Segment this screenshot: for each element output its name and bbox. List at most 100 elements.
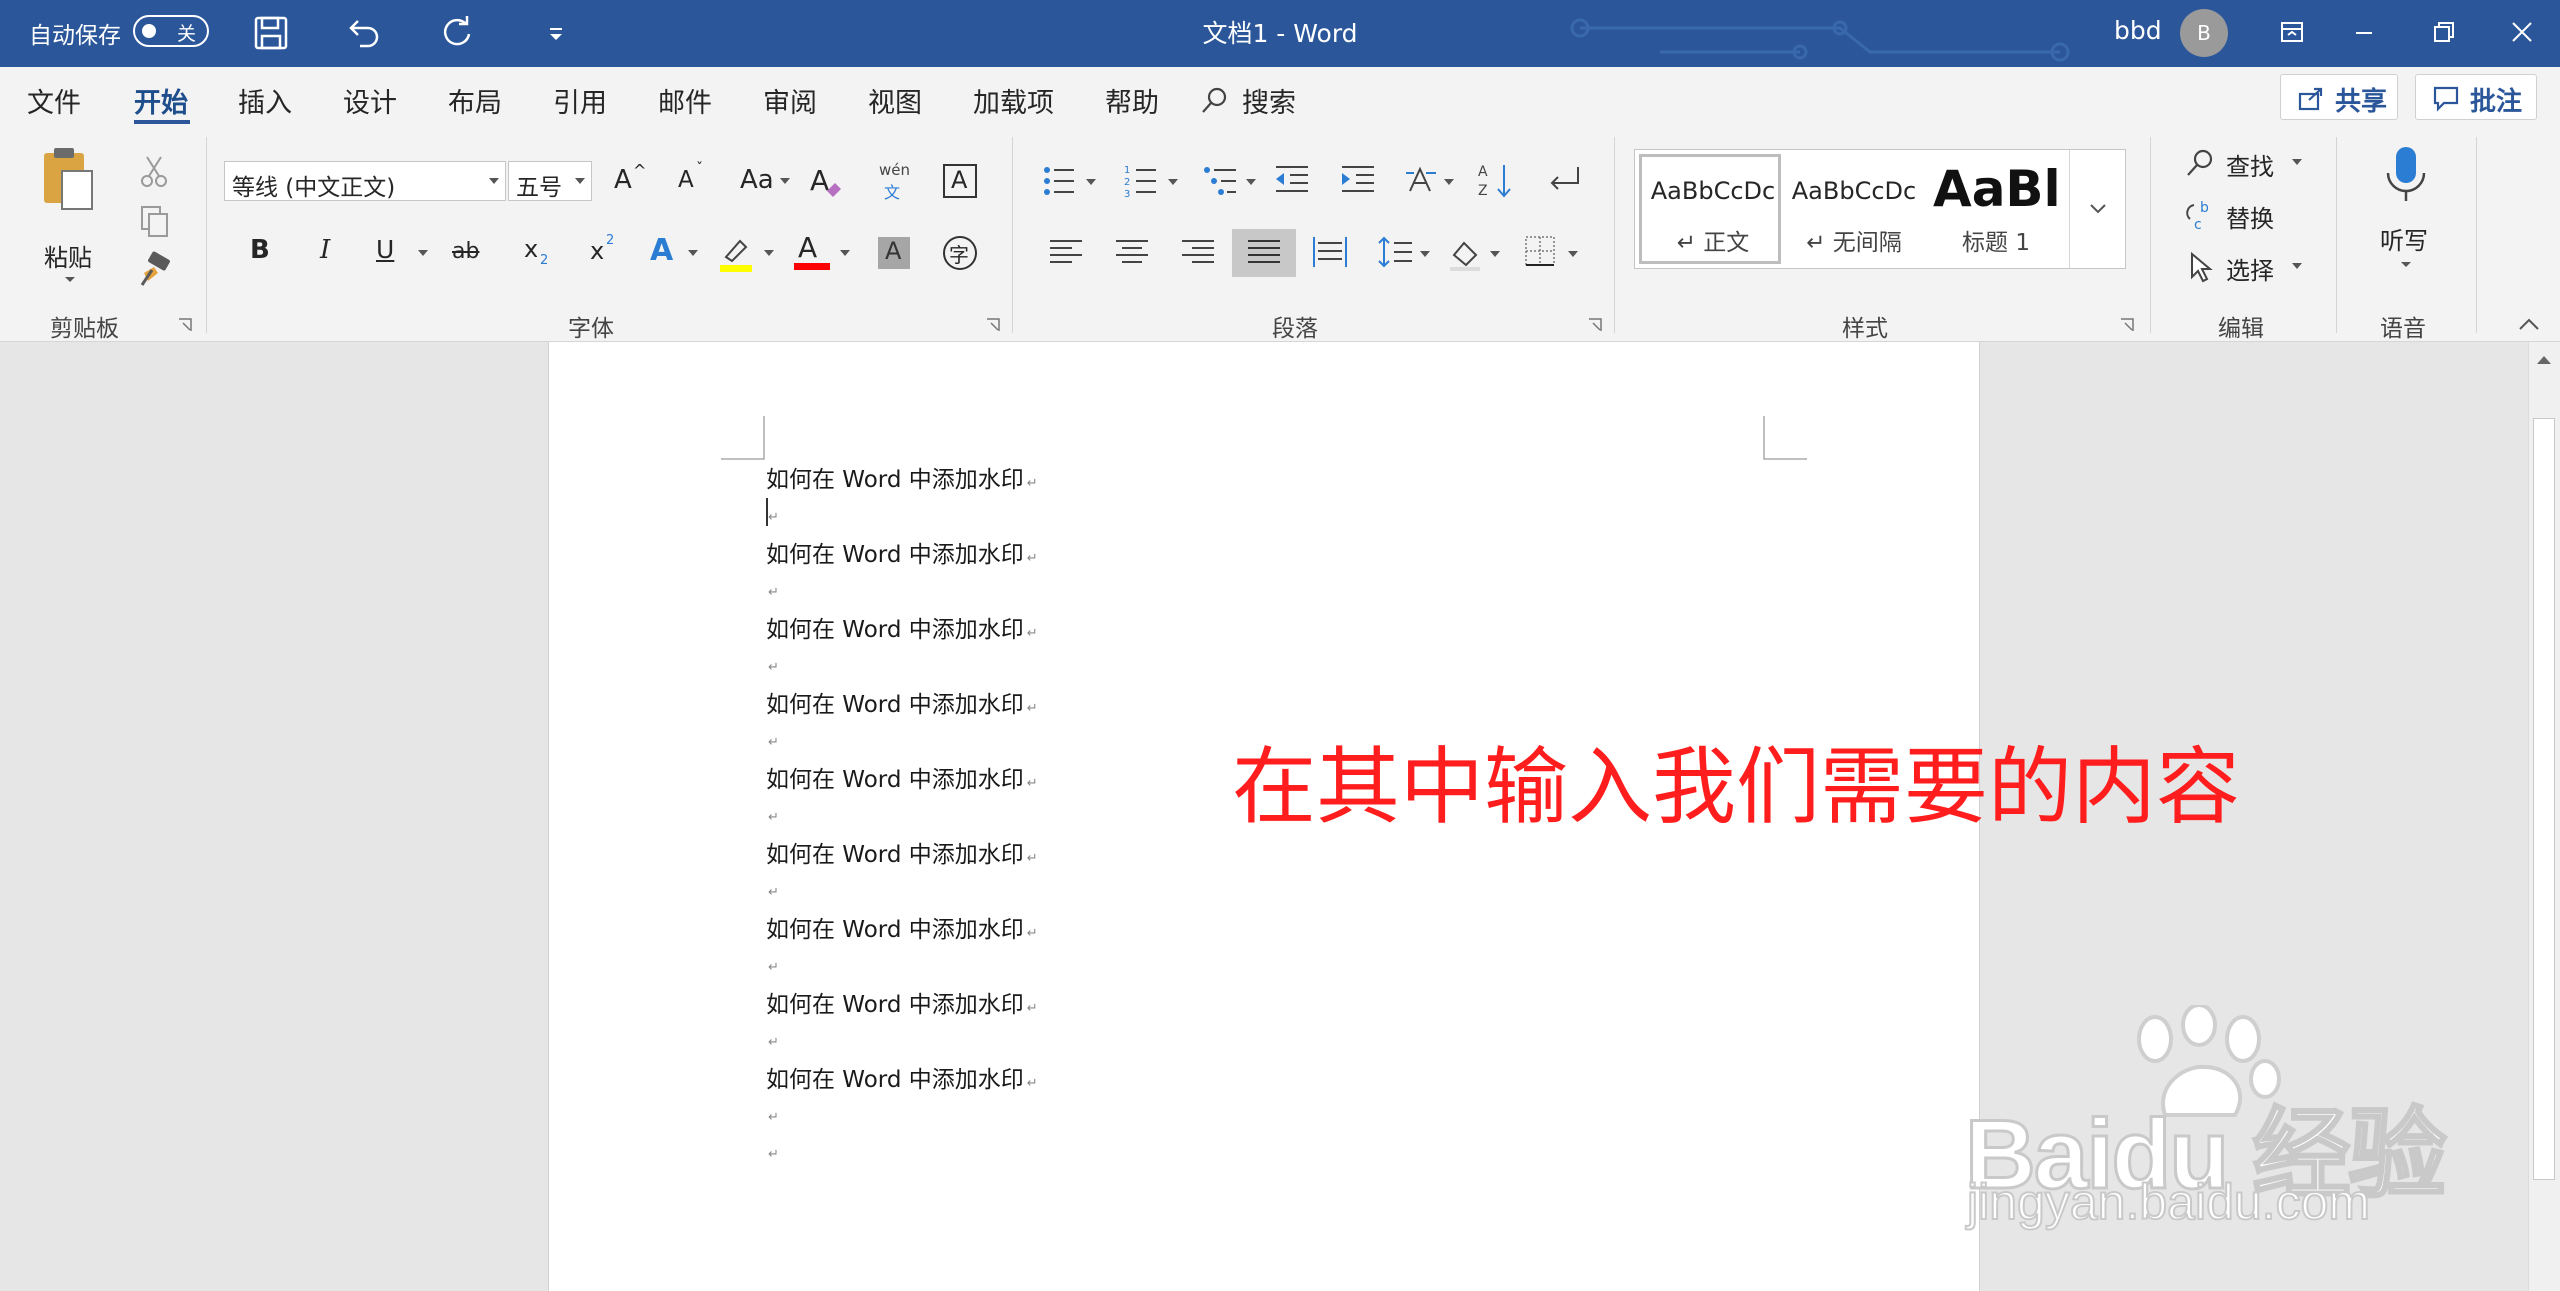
paragraph-launcher-icon[interactable] — [1588, 318, 1602, 332]
character-border-button[interactable]: A — [940, 161, 980, 201]
grow-font-button[interactable]: A ^ — [608, 161, 648, 201]
empty-paragraph-mark[interactable]: ↵ — [768, 1147, 779, 1162]
copy-icon[interactable] — [134, 201, 174, 241]
collapse-ribbon-icon[interactable] — [2518, 317, 2540, 331]
empty-paragraph-mark[interactable]: ↵ — [768, 585, 779, 600]
increase-indent-button[interactable] — [1338, 161, 1378, 201]
chinese-layout-button[interactable] — [1404, 161, 1460, 201]
minimize-icon[interactable] — [2342, 12, 2386, 54]
find-button[interactable]: 查找 — [2184, 145, 2324, 181]
bullets-button[interactable] — [1040, 161, 1104, 201]
paragraph[interactable]: 如何在 Word 中添加水印 ↵ — [766, 460, 1038, 494]
ribbon-display-options-icon[interactable] — [2270, 12, 2314, 54]
paragraph[interactable]: 如何在 Word 中添加水印 ↵ — [766, 835, 1038, 869]
change-case-button[interactable]: Aa — [738, 161, 794, 201]
chevron-down-icon — [764, 250, 774, 256]
style-normal[interactable]: AaBbCcDc ↵ 正文 — [1639, 154, 1781, 264]
character-shading-button[interactable]: A — [874, 233, 914, 273]
text-effects-button[interactable]: A — [648, 233, 704, 273]
dictate-button[interactable]: 听写 — [2376, 145, 2436, 295]
align-right-button[interactable] — [1178, 233, 1218, 273]
style-heading-1[interactable]: AaBl 标题 1 — [1925, 154, 2067, 264]
paste-button[interactable]: 粘贴 — [30, 145, 106, 295]
empty-paragraph-mark[interactable]: ↵ — [768, 960, 779, 975]
select-button[interactable]: 选择 — [2184, 249, 2324, 285]
tab-insert[interactable]: 插入 — [238, 81, 292, 120]
scrollbar-thumb[interactable] — [2533, 418, 2555, 1180]
comments-button[interactable]: 批注 — [2415, 74, 2537, 120]
tab-addins[interactable]: 加载项 — [973, 81, 1054, 120]
format-painter-icon[interactable] — [134, 249, 174, 289]
tab-layout[interactable]: 布局 — [448, 81, 502, 120]
microphone-icon — [2386, 147, 2426, 201]
bold-button[interactable]: B — [240, 233, 280, 273]
empty-paragraph-mark[interactable]: ↵ — [768, 1110, 779, 1125]
superscript-button[interactable]: x 2 — [586, 233, 626, 273]
replace-button[interactable]: bc 替换 — [2184, 197, 2324, 233]
style-preview: AaBl — [1933, 160, 2061, 218]
show-formatting-marks-button[interactable] — [1544, 161, 1584, 201]
align-left-button[interactable] — [1046, 233, 1086, 273]
paragraph[interactable]: 如何在 Word 中添加水印 ↵ — [766, 610, 1038, 644]
clipboard-launcher-icon[interactable] — [178, 318, 192, 332]
tab-help[interactable]: 帮助 — [1105, 81, 1159, 120]
user-name[interactable]: bbd — [2114, 16, 2162, 45]
sort-button[interactable]: AZ — [1476, 161, 1516, 201]
line-spacing-button[interactable] — [1376, 233, 1436, 273]
italic-button[interactable]: I — [306, 233, 346, 273]
font-launcher-icon[interactable] — [986, 318, 1000, 332]
enclose-characters-button[interactable]: 字 — [940, 233, 980, 273]
multilevel-list-button[interactable] — [1202, 161, 1266, 201]
align-center-button[interactable] — [1112, 233, 1152, 273]
tab-file[interactable]: 文件 — [27, 81, 81, 120]
font-name-combo[interactable]: 等线 (中文正文) — [224, 161, 506, 201]
paragraph[interactable]: 如何在 Word 中添加水印 ↵ — [766, 535, 1038, 569]
tab-home[interactable]: 开始 — [134, 81, 188, 120]
paragraph[interactable]: 如何在 Word 中添加水印 ↵ — [766, 760, 1038, 794]
tab-mailings[interactable]: 邮件 — [658, 81, 712, 120]
share-button[interactable]: 共享 — [2280, 74, 2398, 120]
scroll-up-icon[interactable] — [2529, 346, 2559, 374]
empty-paragraph-mark[interactable]: ↵ — [768, 885, 779, 900]
restore-icon[interactable] — [2422, 12, 2466, 54]
empty-paragraph-mark[interactable]: ↵ — [768, 735, 779, 750]
decrease-indent-button[interactable] — [1272, 161, 1312, 201]
borders-button[interactable] — [1522, 233, 1586, 273]
paragraph[interactable]: 如何在 Word 中添加水印 ↵ — [766, 1060, 1038, 1094]
styles-more-button[interactable] — [2069, 150, 2126, 268]
shrink-font-button[interactable]: A ˇ — [672, 161, 712, 201]
phonetic-guide-button[interactable]: wén 文 — [873, 161, 913, 202]
highlight-button[interactable] — [716, 233, 780, 273]
tab-view[interactable]: 视图 — [868, 81, 922, 120]
underline-button[interactable]: U — [368, 233, 432, 273]
tab-search[interactable]: 搜索 — [1200, 81, 1330, 119]
empty-paragraph-mark[interactable]: ↵ — [768, 510, 779, 525]
share-label: 共享 — [2335, 87, 2388, 117]
cut-icon[interactable] — [134, 151, 174, 191]
style-no-spacing[interactable]: AaBbCcDc ↵ 无间隔 — [1783, 154, 1925, 264]
empty-paragraph-mark[interactable]: ↵ — [768, 1035, 779, 1050]
empty-paragraph-mark[interactable]: ↵ — [768, 810, 779, 825]
strikethrough-button[interactable]: ab — [448, 233, 488, 273]
tab-design[interactable]: 设计 — [343, 81, 397, 120]
chevron-down-icon[interactable] — [575, 178, 585, 185]
distributed-button[interactable] — [1310, 233, 1350, 273]
subscript-button[interactable]: x 2 — [520, 233, 560, 273]
paragraph[interactable]: 如何在 Word 中添加水印 ↵ — [766, 910, 1038, 944]
bullets-icon — [1044, 167, 1096, 195]
justify-button[interactable] — [1232, 229, 1296, 277]
avatar[interactable]: B — [2180, 9, 2228, 57]
chevron-down-icon[interactable] — [489, 178, 499, 185]
numbering-button[interactable]: 123 — [1122, 161, 1186, 201]
paragraph[interactable]: 如何在 Word 中添加水印 ↵ — [766, 985, 1038, 1019]
tab-review[interactable]: 审阅 — [763, 81, 817, 120]
shading-button[interactable] — [1446, 233, 1508, 273]
styles-launcher-icon[interactable] — [2120, 318, 2134, 332]
close-icon[interactable] — [2500, 12, 2544, 54]
font-size-combo[interactable]: 五号 — [508, 161, 592, 201]
empty-paragraph-mark[interactable]: ↵ — [768, 660, 779, 675]
tab-references[interactable]: 引用 — [553, 81, 607, 120]
font-color-button[interactable]: A — [792, 231, 856, 273]
clear-formatting-button[interactable]: A — [806, 161, 846, 201]
paragraph[interactable]: 如何在 Word 中添加水印 ↵ — [766, 685, 1038, 719]
